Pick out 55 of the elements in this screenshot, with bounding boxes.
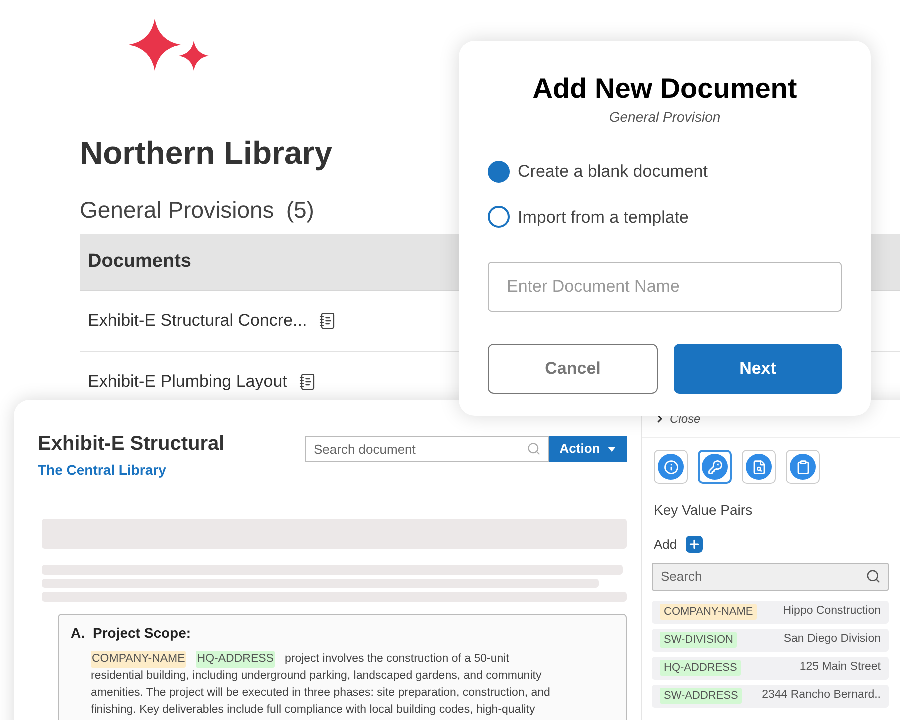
tag: HQ-ADDRESS [196, 651, 275, 668]
document-tool-button[interactable] [742, 450, 776, 484]
option-label[interactable]: Create a blank document [518, 159, 708, 184]
dialog-subtitle: General Provision [609, 108, 721, 127]
document-name-field[interactable]: Enter Document Name [488, 262, 842, 312]
search-field[interactable]: Search [652, 562, 889, 590]
plus-icon [688, 538, 702, 552]
dialog-title: Add New Document [532, 72, 798, 106]
section-heading: Project Scope: [93, 624, 192, 644]
key-tag: SW-ADDRESS [660, 688, 742, 704]
search-icon [527, 442, 541, 456]
search-icon [866, 568, 881, 584]
paragraph-text: project involves the construction of a 50-unit [284, 652, 510, 668]
action-button[interactable]: Action [549, 436, 627, 462]
paragraph-text: residential building, including underground parking, landscaped gardens, and community amenities. The project will be executed in three phases: site preparation, construction, and finishing. Key deliverables include full compliance with local building codes, high-quality [91, 669, 552, 718]
value-text: San Diego Division [784, 632, 881, 648]
library-link[interactable]: The Central Library [38, 460, 225, 481]
key-tag: COMPANY-NAME [660, 604, 758, 620]
info-tool-button[interactable] [654, 450, 688, 484]
clipboard-icon [790, 454, 816, 480]
next-button[interactable]: Next [674, 344, 842, 394]
add-label: Add [654, 536, 678, 554]
section-title: General Provisions [80, 196, 274, 225]
panel-heading: Key Value Pairs [653, 501, 754, 520]
document-link[interactable]: Exhibit-E Structural Concre... [88, 308, 308, 334]
key-value-row[interactable]: SW-DIVISION San Diego Division [652, 628, 889, 652]
value-text: Hippo Construction [783, 604, 881, 620]
key-tool-button[interactable] [698, 450, 732, 484]
section-marker: A. [71, 624, 85, 644]
document-icon [746, 454, 772, 480]
note-icon [299, 373, 318, 391]
value-text: 2344 Rancho Bernard.. [762, 688, 881, 704]
key-tag: HQ-ADDRESS [660, 660, 742, 676]
option-label[interactable]: Import from a template [518, 204, 690, 230]
tag: COMPANY-NAME [91, 651, 186, 668]
clipboard-tool-button[interactable] [786, 450, 820, 484]
document-link[interactable]: Exhibit-E Plumbing Layout [88, 369, 288, 395]
cancel-button[interactable]: Cancel [488, 344, 658, 394]
key-value-row[interactable]: COMPANY-NAME Hippo Construction [652, 600, 889, 624]
radio-button[interactable] [488, 206, 510, 228]
note-icon [319, 312, 338, 330]
radio-button[interactable] [488, 160, 510, 183]
key-icon [702, 454, 728, 480]
value-text: 125 Main Street [800, 660, 881, 676]
caret-icon [608, 446, 616, 452]
search-field[interactable]: Search document [305, 436, 549, 462]
key-value-row[interactable]: SW-ADDRESS 2344 Rancho Bernard.. [652, 684, 889, 708]
add-button[interactable] [686, 536, 704, 554]
column-heading: Documents [88, 250, 192, 274]
section-count: (5) [286, 196, 314, 225]
info-icon [658, 454, 684, 480]
document-title: Exhibit-E Structural [38, 432, 225, 456]
key-value-row[interactable]: HQ-ADDRESS 125 Main Street [652, 656, 889, 680]
key-tag: SW-DIVISION [660, 632, 738, 648]
library-title: Northern Library [80, 134, 332, 173]
